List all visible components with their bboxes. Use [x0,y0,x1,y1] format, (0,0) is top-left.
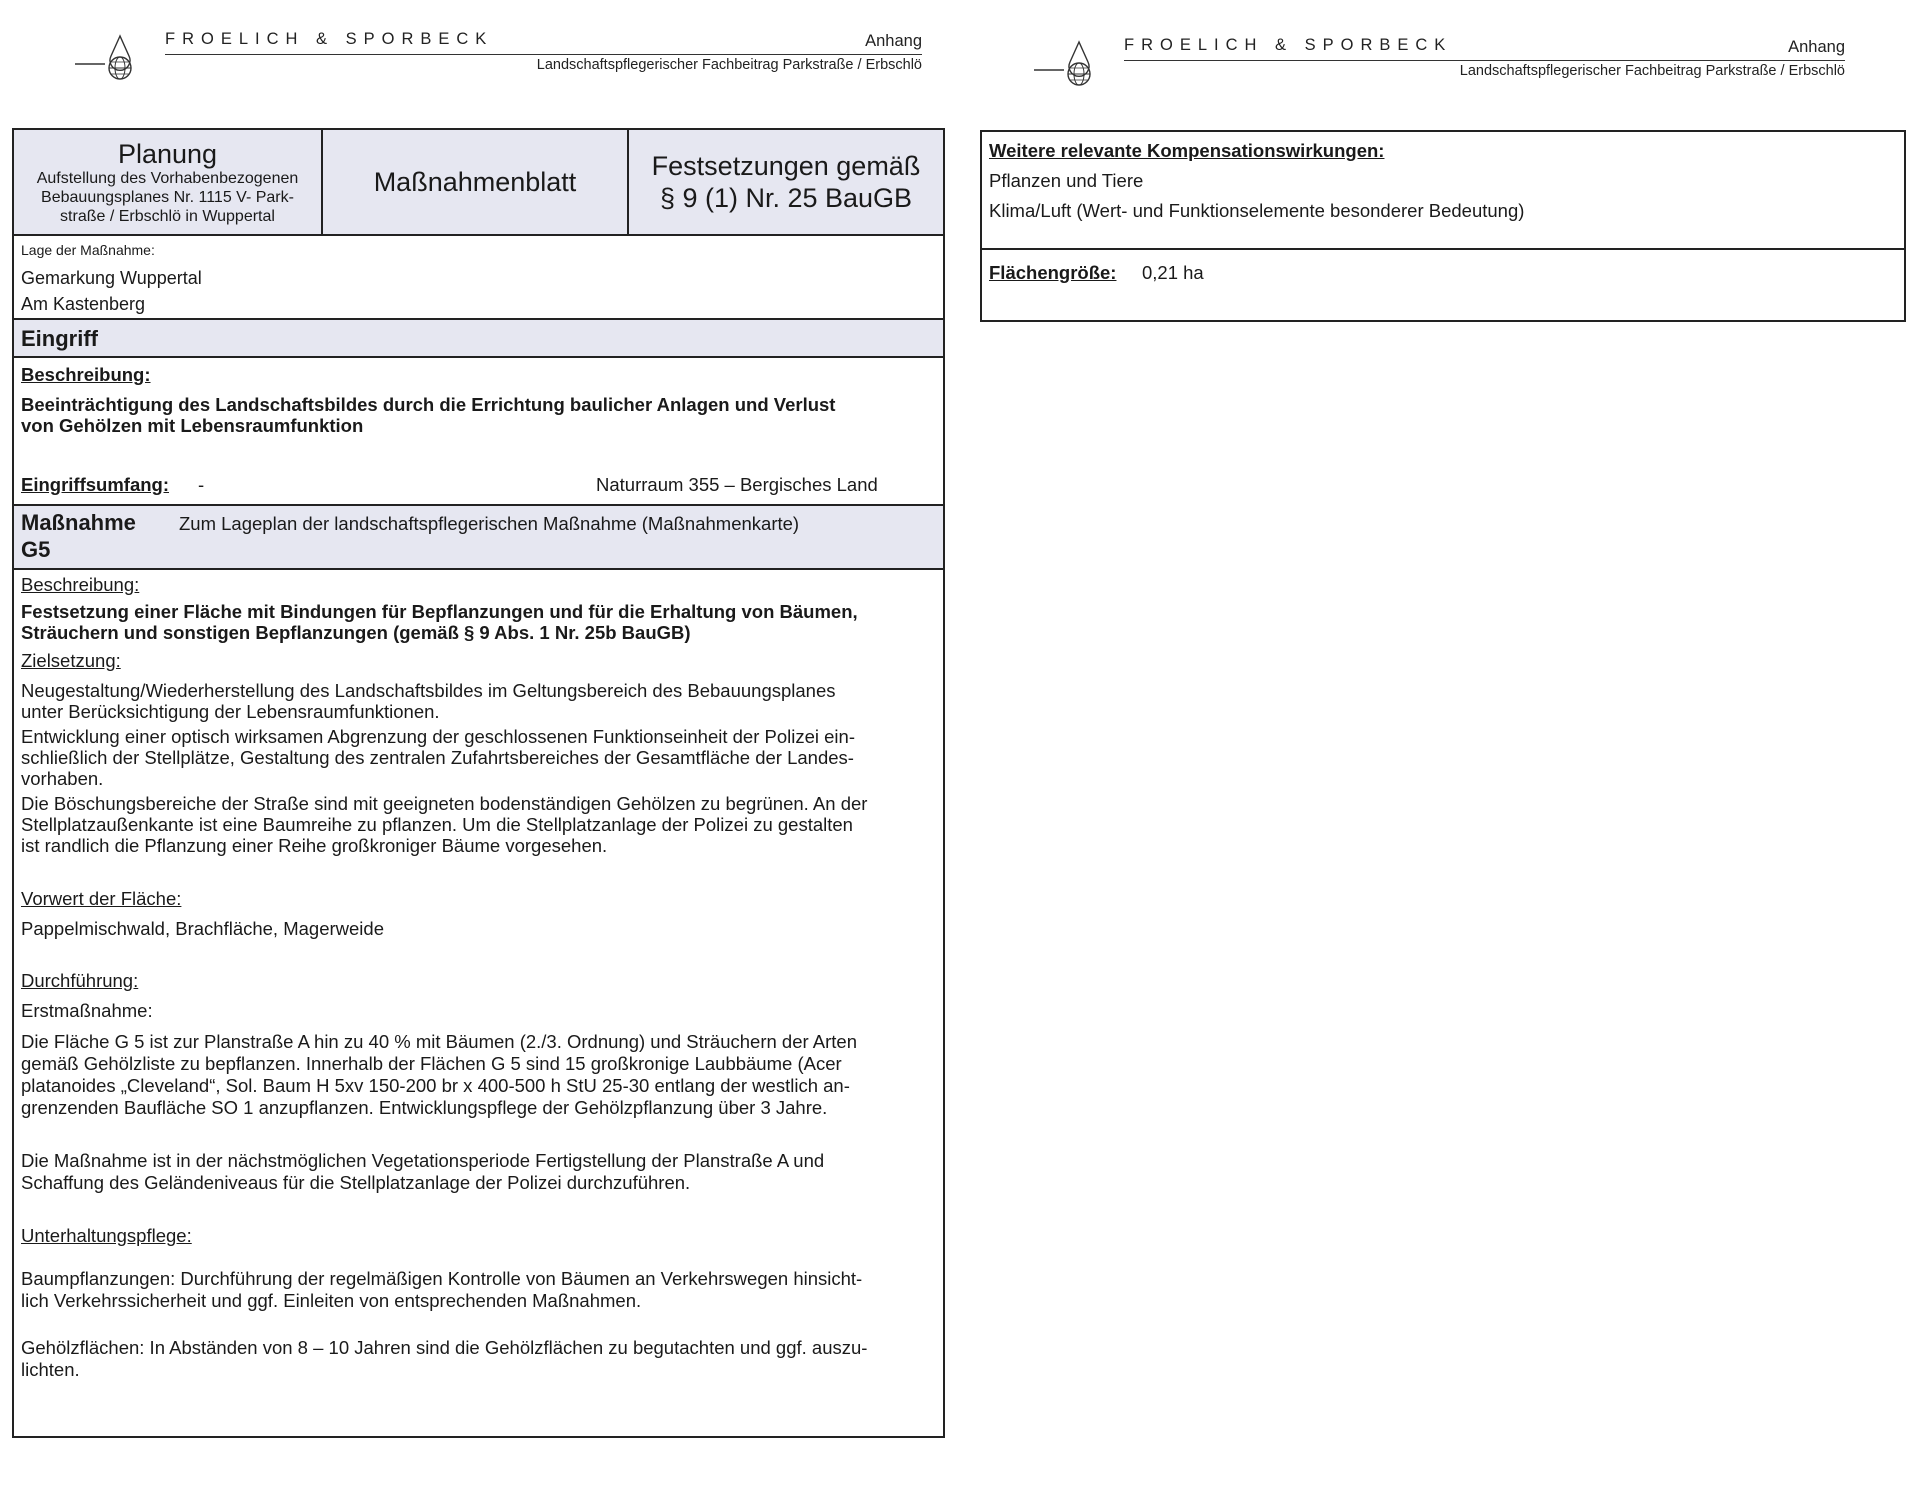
zeitpunkt-line-1: Die Maßnahme ist in der nächstmöglichen … [21,1150,825,1171]
vorwert-label: Vorwert der Fläche: [21,888,182,909]
header-subtitle: Landschaftspflegerischer Fachbeitrag Par… [1459,63,1845,79]
kompensation-item-1: Pflanzen und Tiere [989,170,1144,191]
eingriff-beschreibung-label: Beschreibung: [21,364,151,385]
firm-name: FROELICH & SPORBECK [1124,36,1453,54]
naturraum-text: Naturraum 355 – Bergisches Land [596,474,878,495]
lage-line-2: Am Kastenberg [21,294,146,314]
vorwert-value: Pappelmischwald, Brachfläche, Magerweide [21,918,384,939]
baumpflanzungen-line-2: lich Verkehrssicherheit und ggf. Einleit… [21,1290,642,1311]
flaeche-section: Flächengröße: 0,21 ha [982,250,1904,320]
planung-line-1: Aufstellung des Vorhabenbezogenen [36,169,299,187]
erstmassnahme-line-1: Die Fläche G 5 ist zur Planstraße A hin … [21,1031,858,1052]
center-title-cell: Maßnahmenblatt [323,130,629,234]
unterhaltungspflege-label: Unterhaltungspflege: [21,1225,192,1246]
kompensation-item-2: Klima/Luft (Wert- und Funktionselemente … [989,200,1525,221]
eingriff-beschreibung-line-2: von Gehölzen mit Lebensraumfunktion [21,415,364,436]
page-header: FROELICH & SPORBECK Anhang Landschaftspf… [75,26,922,82]
baumpflanzungen-line-1: Baumpflanzungen: Durchführung der regelm… [21,1268,863,1289]
kompensation-section: Weitere relevante Kompensationswirkungen… [982,132,1904,250]
erstmassnahme-line-4: grenzenden Baufläche SO 1 anzupflanzen. … [21,1097,828,1118]
planung-cell: Planung Aufstellung des Vorhabenbezogene… [14,130,323,234]
lage-label: Lage der Maßnahme: [21,242,155,258]
massnahme-heading-line-1: Maßnahme [21,510,136,535]
zielsetzung-p3-line-3: ist randlich die Pflanzung einer Reihe g… [21,835,608,856]
kompensation-heading: Weitere relevante Kompensationswirkungen… [989,140,1385,161]
durchfuehrung-label: Durchführung: [21,970,139,991]
festsetzungen-cell: Festsetzungen gemäß § 9 (1) Nr. 25 BauGB [629,130,943,234]
erstmassnahme-line-3: platanoides „Cleveland“, Sol. Baum H 5xv… [21,1075,850,1096]
massnahme-beschreibung-line-1: Festsetzung einer Fläche mit Bindungen f… [21,601,858,622]
massnahme-heading-line-2: G5 [21,537,51,562]
zielsetzung-label: Zielsetzung: [21,650,121,671]
zielsetzung-p3-line-2: Stellplatzaußenkante ist eine Baumreihe … [21,814,853,835]
erstmassnahme-line-2: gemäß Gehölzliste zu bepflanzen. Innerha… [21,1053,842,1074]
zeitpunkt-line-2: Schaffung des Geländeniveaus für die Ste… [21,1172,691,1193]
lage-line-1: Gemarkung Wuppertal [21,268,202,288]
festsetzungen-line-2: § 9 (1) Nr. 25 BauGB [659,183,913,213]
gehoelzflaechen-line-2: lichten. [21,1359,80,1380]
kompensation-form: Weitere relevante Kompensationswirkungen… [980,130,1906,322]
eingriff-heading: Eingriff [21,326,98,351]
zielsetzung-p2-line-2: schließlich der Stellplätze, Gestaltung … [21,747,854,768]
massnahme-body: Beschreibung: Festsetzung einer Fläche m… [14,570,943,1436]
flaechengroesse-label: Flächengröße: [989,262,1117,283]
page-header-right: FROELICH & SPORBECK Anhang Landschaftspf… [1034,32,1845,88]
massnahme-beschreibung-label: Beschreibung: [21,574,140,595]
header-subtitle: Landschaftspflegerischer Fachbeitrag Par… [536,57,922,73]
title-row: Planung Aufstellung des Vorhabenbezogene… [14,130,943,236]
header-rule [165,54,922,55]
zielsetzung-p2-line-1: Entwicklung einer optisch wirksamen Abgr… [21,726,855,747]
zielsetzung-p2-line-3: vorhaben. [21,768,104,789]
zielsetzung-p1-line-2: unter Berücksichtigung der Lebensraumfun… [21,701,440,722]
massnahme-beschreibung-line-2: Sträuchern und sonstigen Bepflanzungen (… [21,622,691,643]
flaechengroesse-value: 0,21 ha [1142,262,1204,283]
zielsetzung-p1-line-1: Neugestaltung/Wiederherstellung des Land… [21,680,836,701]
zielsetzung-p3-line-1: Die Böschungsbereiche der Straße sind mi… [21,793,868,814]
firm-name: FROELICH & SPORBECK [165,30,494,48]
document-title: Maßnahmenblatt [373,166,577,197]
eingriffsumfang-label: Eingriffsumfang: [21,474,169,495]
header-label: Anhang [865,32,922,50]
header-label: Anhang [1788,38,1845,56]
lage-row: Lage der Maßnahme: Gemarkung Wuppertal A… [14,236,943,320]
globe-drop-logo-icon [1034,40,1091,86]
eingriff-heading-row: Eingriff [14,320,943,358]
gehoelzflaechen-line-1: Gehölzflächen: In Abständen von 8 – 10 J… [21,1337,868,1358]
eingriff-body: Beschreibung: Beeinträchtigung des Lands… [14,358,943,506]
planung-line-3: straße / Erbschlö in Wuppertal [60,207,275,225]
planung-line-2: Bebauungsplanes Nr. 1115 V- Park- [41,188,294,206]
erstmassnahme-label: Erstmaßnahme: [21,1000,153,1021]
lageplan-reference: Zum Lageplan der landschaftspflegerische… [179,513,800,534]
eingriffsumfang-value: - [198,474,205,495]
globe-drop-logo-icon [75,34,132,80]
festsetzungen-line-1: Festsetzungen gemäß [651,151,921,181]
planung-title: Planung [117,138,218,169]
massnahmenblatt-form: Planung Aufstellung des Vorhabenbezogene… [12,128,945,1438]
eingriff-beschreibung-line-1: Beeinträchtigung des Landschaftsbildes d… [21,394,836,415]
header-rule [1124,60,1845,61]
massnahme-heading-row: Maßnahme G5 Zum Lageplan der landschafts… [14,506,943,570]
